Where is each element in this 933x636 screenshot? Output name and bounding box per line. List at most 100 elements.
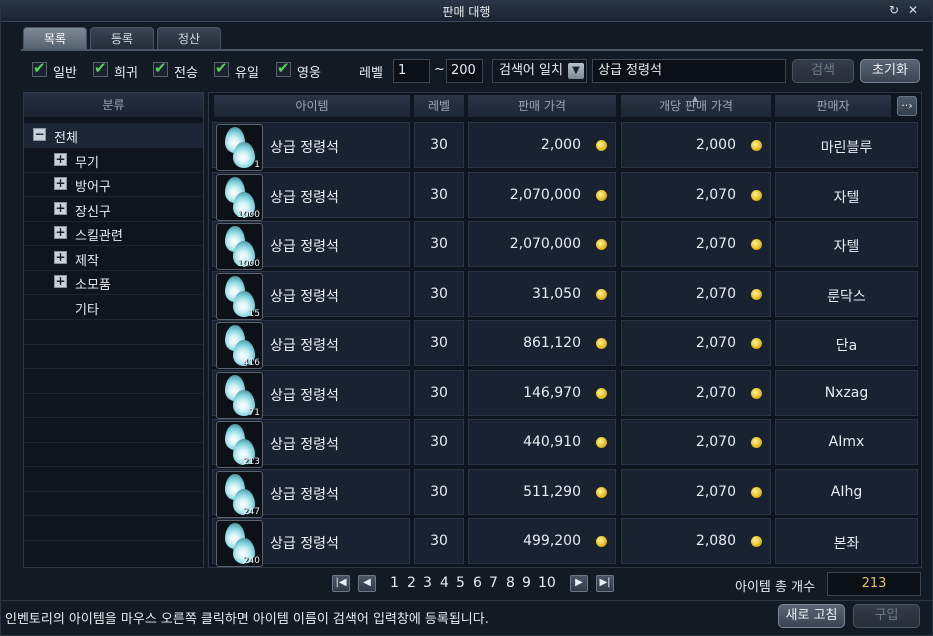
prev-page-button[interactable]: ◀ (358, 575, 376, 592)
category-weapon[interactable]: + 무기 (24, 148, 203, 173)
gold-coin-icon (751, 536, 762, 547)
item-seller: 자텔 (833, 189, 860, 206)
category-consumable[interactable]: + 소모품 (24, 270, 203, 295)
page-2[interactable]: 2 (407, 575, 416, 591)
table-row[interactable]: 1000 상급 정령석 30 2,070,000 2,070 자텔 (209, 171, 921, 221)
table-row[interactable]: 15 상급 정령석 30 31,050 2,070 룬닥스 (209, 270, 921, 320)
expand-icon[interactable]: + (54, 202, 67, 215)
level-max-input[interactable]: 200 (446, 59, 483, 83)
total-count-label: 아이템 총 개수 (735, 580, 816, 595)
column-header-unit-price[interactable]: 개당 판매 가격 ▲ (621, 94, 771, 117)
page-7[interactable]: 7 (489, 575, 498, 591)
more-columns-button[interactable]: ··› (897, 96, 917, 116)
expand-icon[interactable]: + (54, 226, 67, 239)
checkbox-epic[interactable]: ✔ (276, 59, 291, 77)
spirit-stone-icon[interactable]: 71 (216, 371, 263, 419)
category-armor[interactable]: + 방어구 (24, 172, 203, 197)
level-cell: 30 (414, 171, 464, 218)
page-5[interactable]: 5 (456, 575, 465, 591)
reset-button[interactable]: 초기화 (860, 59, 920, 83)
next-page-button[interactable]: ▶ (570, 575, 588, 592)
category-skill[interactable]: + 스킬관련 (24, 221, 203, 246)
page-9[interactable]: 9 (522, 575, 531, 591)
page-3[interactable]: 3 (423, 575, 432, 591)
title-bar[interactable]: 판매 대행 ↻ ✕ (1, 1, 932, 22)
spirit-stone-icon[interactable]: 416 (216, 322, 263, 369)
gold-coin-icon (751, 437, 762, 448)
table-row[interactable]: 1 상급 정령석 30 2,000 2,000 마린블루 (209, 121, 921, 171)
last-page-button[interactable]: ▶| (596, 575, 614, 592)
level-cell: 30 (414, 270, 464, 317)
column-header-seller[interactable]: 판매자 (775, 95, 891, 117)
page-8[interactable]: 8 (506, 575, 515, 591)
first-page-button[interactable]: |◀ (332, 575, 350, 592)
match-mode-select[interactable]: 검색어 일치 ▼ (492, 59, 587, 83)
chevron-down-icon[interactable]: ▼ (568, 63, 584, 79)
item-quantity: 1 (254, 160, 260, 170)
item-level: 30 (430, 285, 448, 302)
seller-cell: AIhg (775, 468, 918, 515)
column-header-price[interactable]: 판매 가격 (468, 95, 616, 117)
seller-cell: 자텔 (775, 171, 918, 218)
gold-coin-icon (596, 338, 607, 349)
category-all[interactable]: − 전체 (24, 123, 203, 148)
page-10[interactable]: 10 (538, 575, 556, 591)
category-etc[interactable]: 기타 (24, 295, 203, 320)
level-min-input[interactable]: 1 (393, 59, 430, 83)
page-4[interactable]: 4 (440, 575, 449, 591)
expand-icon[interactable]: + (54, 251, 67, 264)
check-icon: ✔ (154, 59, 167, 77)
item-name: 상급 정령석 (270, 437, 339, 453)
search-input[interactable]: 상급 정령석 (592, 59, 786, 83)
level-cell: 30 (414, 221, 464, 267)
search-button[interactable]: 검색 (792, 59, 854, 83)
table-row[interactable]: 71 상급 정령석 30 146,970 2,070 Nxzag (209, 369, 921, 419)
checkbox-rare[interactable]: ✔ (93, 59, 108, 77)
spirit-stone-icon[interactable]: 247 (216, 470, 263, 518)
column-header-level[interactable]: 레벨 (414, 95, 464, 117)
category-all-label: 전체 (54, 131, 78, 146)
category-etc-label: 기타 (75, 303, 99, 318)
category-empty-row (24, 442, 203, 467)
category-accessory[interactable]: + 장신구 (24, 197, 203, 222)
pin-icon[interactable]: ↻ (889, 3, 899, 17)
page-1[interactable]: 1 (390, 575, 399, 591)
checkbox-unique[interactable]: ✔ (214, 59, 229, 77)
category-craft[interactable]: + 제작 (24, 246, 203, 271)
checkbox-common[interactable]: ✔ (32, 59, 47, 77)
spirit-stone-icon[interactable]: 213 (216, 421, 263, 468)
tab-list[interactable]: 목록 (23, 27, 87, 49)
item-unit-price: 2,070 (695, 434, 736, 450)
expand-icon[interactable]: + (54, 177, 67, 190)
spirit-stone-icon[interactable]: 15 (216, 272, 263, 320)
buy-button[interactable]: 구입 (853, 604, 920, 628)
table-row[interactable]: 240 상급 정령석 30 499,200 2,080 본좌 (209, 517, 921, 567)
item-quantity: 15 (248, 308, 260, 319)
table-row[interactable]: 416 상급 정령석 30 861,120 2,070 단a (209, 319, 921, 369)
refresh-button[interactable]: 새로 고침 (778, 604, 845, 628)
table-row[interactable]: 247 상급 정령석 30 511,290 2,070 AIhg (209, 468, 921, 518)
item-quantity: 1000 (237, 259, 260, 269)
expand-icon[interactable]: + (54, 153, 67, 166)
spirit-stone-icon[interactable]: 1 (216, 124, 263, 171)
table-row[interactable]: 1000 상급 정령석 30 2,070,000 2,070 자텔 (209, 220, 921, 270)
table-row[interactable]: 213 상급 정령석 30 440,910 2,070 AImx (209, 418, 921, 468)
tab-register[interactable]: 등록 (90, 27, 154, 49)
collapse-icon[interactable]: − (33, 128, 46, 141)
tab-settlement[interactable]: 정산 (157, 27, 221, 49)
page-6[interactable]: 6 (473, 575, 482, 591)
category-empty-row (24, 320, 203, 345)
item-unit-price: 2,070 (695, 186, 736, 203)
spirit-stone-icon[interactable]: 1000 (216, 173, 263, 221)
column-header-item[interactable]: 아이템 (214, 95, 410, 117)
unit-price-cell: 2,000 (621, 122, 771, 168)
spirit-stone-icon[interactable]: 1000 (216, 223, 263, 270)
checkbox-legend[interactable]: ✔ (153, 59, 168, 77)
item-unit-price: 2,070 (695, 384, 736, 401)
close-icon[interactable]: ✕ (908, 3, 918, 17)
spirit-stone-icon[interactable]: 240 (216, 520, 263, 567)
item-level: 30 (430, 186, 448, 203)
item-level: 30 (430, 236, 448, 252)
expand-icon[interactable]: + (54, 275, 67, 288)
price-cell: 2,000 (468, 122, 616, 168)
